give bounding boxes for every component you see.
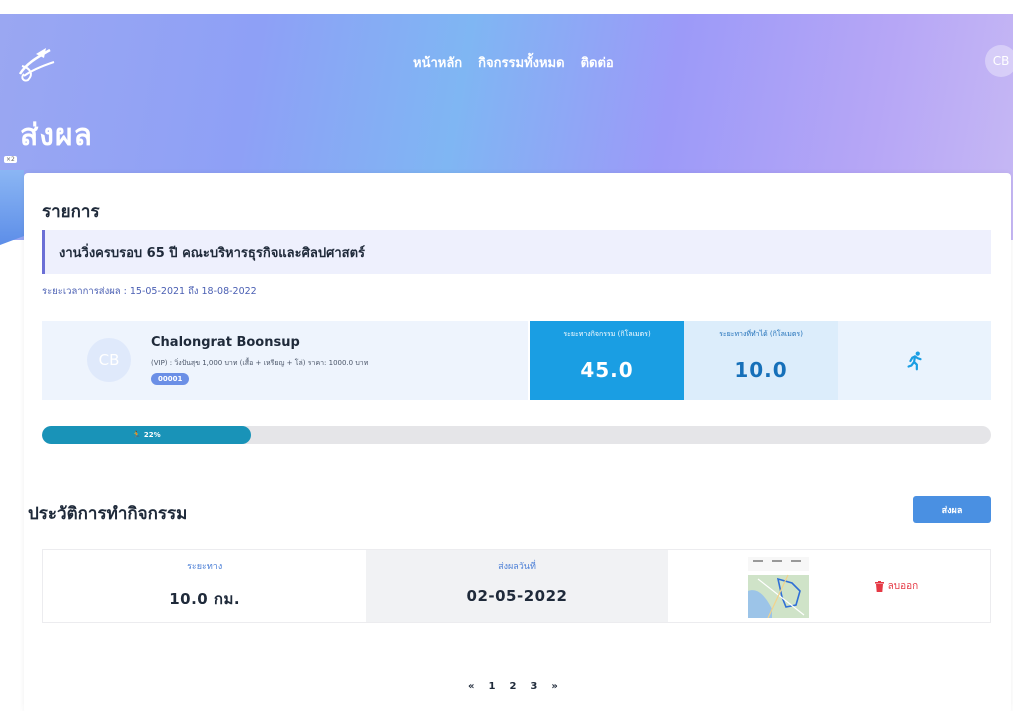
date-value: 02-05-2022	[466, 587, 568, 605]
runner-package: (VIP) : วิ่งปันสุข 1,000 บาท (เสื้อ + เห…	[151, 359, 369, 367]
runner-name: Chalongrat Boonsup	[151, 335, 300, 350]
activity-distance-stat: ระยะทางกิจกรรม (กิโลเมตร) 45.0	[530, 321, 684, 400]
pagination-next[interactable]: »	[551, 681, 557, 692]
date-cell: ส่งผลวันที่ 02-05-2022	[366, 550, 668, 622]
hero-corner-decoration	[0, 170, 24, 245]
pagination: « 1 2 3 »	[468, 681, 558, 692]
distance-value: 10.0 กม.	[169, 590, 241, 608]
running-icon	[906, 351, 922, 370]
nav-contact[interactable]: ติดต่อ	[581, 52, 614, 73]
activity-distance-value: 45.0	[580, 358, 634, 382]
event-name: งานวิ่งครบรอบ 65 ปี คณะบริหารธุรกิจและศิ…	[42, 230, 991, 274]
progress-running-icon: 🏃	[132, 431, 141, 439]
pagination-page-2[interactable]: 2	[509, 681, 516, 692]
top-nav: หน้าหลัก กิจกรรมทั้งหมด ติดต่อ	[413, 52, 614, 73]
page-title: ส่งผล	[20, 118, 93, 153]
history-title: ประวัติการทำกิจกรรม	[28, 504, 188, 524]
history-row: ระยะทาง 10.0 กม. ส่งผลวันที่ 02-05-2022	[42, 549, 991, 623]
distance-cell: ระยะทาง 10.0 กม.	[43, 550, 366, 622]
submission-period: ระยะเวลาการส่งผล : 15-05-2021 ถึง 18-08-…	[42, 286, 257, 297]
page: หน้าหลัก กิจกรรมทั้งหมด ติดต่อ CB ส่งผล …	[0, 0, 1013, 711]
date-label: ส่งผลวันที่	[498, 562, 536, 572]
pagination-page-1[interactable]: 1	[488, 681, 495, 692]
pagination-page-3[interactable]: 3	[530, 681, 537, 692]
delete-button[interactable]: ลบออก	[874, 579, 919, 594]
pagination-prev[interactable]: «	[468, 681, 474, 692]
delete-label: ลบออก	[887, 581, 919, 592]
main-card: รายการ งานวิ่งครบรอบ 65 ปี คณะบริหารธุรก…	[24, 173, 1011, 711]
section-title: รายการ	[42, 202, 100, 222]
runner-card: CB Chalongrat Boonsup (VIP) : วิ่งปันสุข…	[42, 321, 528, 400]
proof-cell: ลบออก	[668, 550, 990, 622]
nav-all-activities[interactable]: กิจกรรมทั้งหมด	[478, 52, 564, 73]
completed-distance-stat: ระยะทางที่ทำได้ (กิโลเมตร) 10.0	[684, 321, 838, 400]
progress-label: 22%	[143, 431, 161, 439]
user-avatar[interactable]: CB	[985, 45, 1013, 77]
completed-distance-value: 10.0	[734, 358, 788, 382]
progress-bar: 🏃 22%	[42, 426, 991, 444]
trash-icon	[874, 581, 884, 592]
runner-avatar: CB	[87, 338, 131, 382]
completed-distance-label: ระยะทางที่ทำได้ (กิโลเมตร)	[719, 330, 803, 338]
bib-badge: 00001	[151, 373, 190, 385]
activity-distance-label: ระยะทางกิจกรรม (กิโลเมตร)	[563, 330, 651, 338]
nav-home[interactable]: หน้าหลัก	[413, 52, 462, 73]
running-stat	[838, 321, 991, 400]
map-screenshot-thumbnail[interactable]	[747, 557, 809, 618]
progress-fill: 🏃 22%	[42, 426, 251, 444]
version-tag: ×2	[4, 156, 17, 163]
logo-icon[interactable]	[16, 44, 60, 84]
submit-result-button[interactable]: ส่งผล	[913, 496, 991, 523]
distance-label: ระยะทาง	[187, 562, 223, 572]
